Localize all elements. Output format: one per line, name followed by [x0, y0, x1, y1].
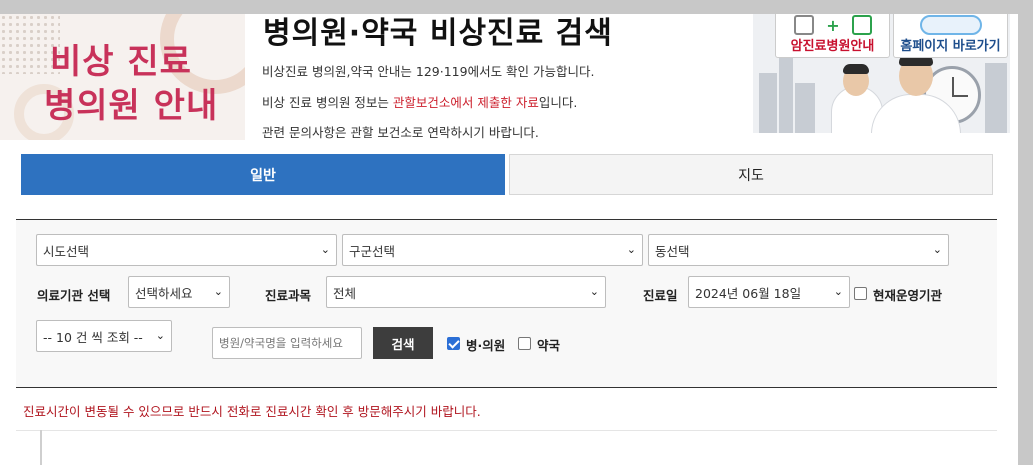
pharmacy-label: 약국: [537, 338, 561, 353]
divider: [16, 430, 997, 431]
info-highlight: 관할보건소에서 제출한 자료: [392, 95, 539, 110]
info-line-2-post: 입니다.: [538, 95, 578, 110]
tab-general[interactable]: 일반: [21, 154, 505, 195]
search-panel: 시도선택 ⌄ 구군선택 ⌄ 동선택 ⌄ 의료기관 선택 선택하세요 ⌄ 진료과목…: [16, 219, 997, 388]
institution-value: 선택하세요: [135, 285, 193, 301]
building-decoration: [759, 73, 777, 133]
info-line-2: 비상 진료 병의원 정보는 관할보건소에서 제출한 자료입니다.: [262, 92, 577, 111]
chevron-down-icon: ⌄: [213, 285, 223, 298]
chevron-down-icon: ⌄: [589, 285, 599, 298]
chevron-down-icon: ⌄: [626, 243, 636, 256]
banner-title-line1: 비상 진료: [50, 42, 192, 82]
date-value: 2024년 06월 18일: [695, 285, 802, 301]
dong-value: 동선택: [655, 243, 690, 259]
info-line-2-pre: 비상 진료 병의원 정보는: [262, 95, 393, 110]
chevron-down-icon: ⌄: [932, 243, 942, 256]
chevron-down-icon: ⌄: [833, 285, 843, 298]
emergency-banner: 비상 진료 병의원 안내: [0, 14, 245, 140]
sido-select[interactable]: 시도선택 ⌄: [36, 234, 337, 266]
hospital-icon: [794, 15, 814, 35]
medical-cross-icon: +: [826, 16, 840, 35]
info-line-1: 비상진료 병의원,약국 안내는 129·119에서도 확인 가능합니다.: [262, 64, 595, 79]
banner-title-line2: 병의원 안내: [44, 86, 219, 126]
scrollbar[interactable]: [1018, 0, 1033, 465]
building-decoration: [985, 63, 1007, 133]
cancer-hospital-link[interactable]: + 암진료병원안내: [775, 14, 890, 58]
department-select[interactable]: 전체 ⌄: [326, 276, 606, 308]
building-decoration: [779, 53, 793, 133]
notice-text: 진료시간이 변동될 수 있으므로 반드시 전화로 진료시간 확인 후 방문해주시…: [23, 404, 481, 419]
logo-icon: [920, 15, 982, 35]
institution-label: 의료기관 선택: [37, 288, 111, 303]
divider: [40, 430, 42, 465]
institution-select[interactable]: 선택하세요 ⌄: [128, 276, 230, 308]
page: 비상 진료 병의원 안내 병의원·약국 비상진료 검색 비상진료 병의원,약국 …: [0, 14, 1018, 465]
doctor-hair: [843, 64, 869, 74]
page-title: 병의원·약국 비상진료 검색: [263, 16, 613, 51]
gugun-select[interactable]: 구군선택 ⌄: [342, 234, 643, 266]
keyword-input[interactable]: 병원/약국명을 입력하세요: [212, 327, 362, 359]
sido-value: 시도선택: [43, 243, 90, 259]
chevron-down-icon: ⌄: [320, 243, 330, 256]
operating-label: 현재운영기관: [873, 288, 943, 303]
cancer-hospital-label: 암진료병원안내: [790, 39, 875, 54]
page-size-value: -- 10 건 씩 조회 --: [43, 329, 143, 345]
info-line-3: 관련 문의사항은 관할 보건소로 연락하시기 바랍니다.: [262, 125, 539, 140]
operating-checkbox[interactable]: [854, 287, 867, 300]
homepage-label: 홈페이지 바로가기: [900, 39, 1001, 54]
homepage-link[interactable]: 홈페이지 바로가기: [893, 14, 1008, 58]
department-value: 전체: [333, 285, 357, 301]
date-label: 진료일: [643, 288, 678, 303]
date-select[interactable]: 2024년 06월 18일 ⌄: [688, 276, 850, 308]
search-button[interactable]: 검색: [373, 327, 433, 359]
hospital-checkbox[interactable]: [447, 337, 460, 350]
gugun-value: 구군선택: [349, 243, 396, 259]
pharmacy-checkbox[interactable]: [518, 337, 531, 350]
page-size-select[interactable]: -- 10 건 씩 조회 -- ⌄: [36, 320, 172, 352]
dong-select[interactable]: 동선택 ⌄: [648, 234, 949, 266]
department-label: 진료과목: [265, 288, 312, 303]
promo-banner: + 암진료병원안내 홈페이지 바로가기: [753, 14, 1010, 133]
tab-map[interactable]: 지도: [509, 154, 993, 195]
building-decoration: [795, 83, 815, 133]
ambulance-icon: [852, 15, 872, 35]
hospital-label: 병·의원: [466, 338, 506, 353]
chevron-down-icon: ⌄: [155, 329, 165, 342]
